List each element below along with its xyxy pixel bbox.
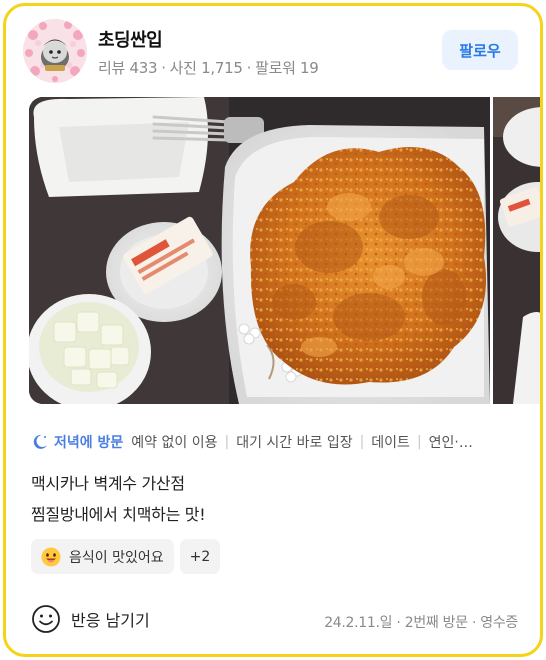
moon-icon xyxy=(33,434,47,449)
smile-emoji-icon xyxy=(41,547,61,566)
keyword-chip[interactable]: 음식이 맛있어요 xyxy=(31,539,174,574)
follow-button[interactable]: 팔로우 xyxy=(442,30,518,70)
visit-info-row: 저녁에 방문 예약 없이 이용 | 대기 시간 바로 입장 | 데이트 | 연인… xyxy=(31,430,518,454)
review-header: 초딩싼입 리뷰 433 · 사진 1,715 · 팔로워 19 팔로우 xyxy=(23,17,518,85)
more-keywords-chip[interactable]: +2 xyxy=(179,539,221,574)
review-count: 리뷰 433 xyxy=(98,59,158,77)
review-photo-next[interactable] xyxy=(493,97,540,404)
visit-tag: 데이트 xyxy=(371,435,410,451)
visit-count: 2번째 방문 xyxy=(404,615,468,631)
visit-meta: 24.2.11.일 · 2번째 방문 · 영수증 xyxy=(324,615,518,631)
visit-tag: 대기 시간 바로 입장 xyxy=(236,435,353,451)
keyword-chips: 음식이 맛있어요 +2 xyxy=(31,539,221,574)
visit-tag: 예약 없이 이용 xyxy=(131,435,218,451)
review-text[interactable]: 맥시카나 벽계수 가산점 찜질방내에서 치맥하는 맛! xyxy=(31,468,206,530)
review-line: 맥시카나 벽계수 가산점 xyxy=(31,474,185,493)
reaction-label: 반응 남기기 xyxy=(71,611,150,630)
visit-time: 저녁에 방문 xyxy=(54,435,124,451)
review-card: 초딩싼입 리뷰 433 · 사진 1,715 · 팔로워 19 팔로우 저녁에 … xyxy=(3,3,543,657)
visit-tag: 연인‧… xyxy=(428,435,473,451)
user-name[interactable]: 초딩싼입 xyxy=(98,26,163,52)
smiley-face-icon xyxy=(32,605,60,633)
reaction-button[interactable]: 반응 남기기 xyxy=(31,604,150,634)
keyword-label: 음식이 맛있어요 xyxy=(69,549,164,566)
avatar[interactable] xyxy=(23,19,87,83)
photo-count: 사진 1,715 xyxy=(169,59,243,77)
review-photo[interactable] xyxy=(29,97,490,404)
follower-count: 팔로워 19 xyxy=(255,59,319,77)
review-line: 찜질방내에서 치맥하는 맛! xyxy=(31,505,206,524)
user-stats: 리뷰 433 · 사진 1,715 · 팔로워 19 xyxy=(98,59,319,77)
visit-date: 24.2.11.일 xyxy=(324,615,393,631)
more-keywords-count: +2 xyxy=(189,548,211,565)
visit-proof: 영수증 xyxy=(480,615,518,631)
